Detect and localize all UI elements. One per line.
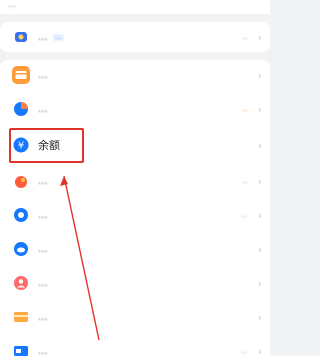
chevron-right-icon: › [257, 208, 262, 222]
membership-card: ... ... ... › [0, 22, 270, 52]
row-insurance-card[interactable]: ... ... › [0, 336, 270, 356]
chevron-right-icon: › [257, 102, 262, 116]
person-icon [12, 274, 30, 292]
chevron-right-icon: › [257, 242, 262, 256]
row-right-text: ... [241, 211, 248, 219]
row-yuebao[interactable]: ... ... › [0, 166, 270, 196]
row-digital-person[interactable]: ... › [0, 268, 270, 298]
row-label: ... [38, 69, 48, 81]
piggy-bank-icon [12, 172, 30, 190]
chevron-right-icon: › [257, 344, 262, 356]
shield-card-icon [12, 342, 30, 356]
row-label: ... [38, 31, 48, 43]
row-total-assets[interactable]: ... ... › [0, 94, 270, 124]
wallet-page: ... ... ... ... › ... › ... ... › ¥ 余额 ›… [0, 0, 270, 356]
row-label: ... [38, 277, 48, 289]
row-finance[interactable]: ... › [0, 234, 270, 264]
chevron-right-icon: › [257, 276, 262, 290]
chevron-right-icon: › [257, 68, 262, 82]
row-bank-card[interactable]: ... › [0, 302, 270, 332]
row-label: ... [38, 243, 48, 255]
chevron-right-icon: › [257, 138, 262, 152]
top-note: ... [0, 0, 270, 14]
chevron-right-icon: › [257, 30, 262, 44]
flower-icon [12, 206, 30, 224]
row-label: ... [38, 103, 48, 115]
row-label: ... [38, 175, 48, 187]
row-label: ... [38, 345, 48, 356]
row-right-text: ... [241, 33, 248, 41]
chevron-right-icon: › [257, 310, 262, 324]
asset-list-card: ... › ... ... › ¥ 余额 › ... ... › ... ...… [0, 60, 270, 356]
cloud-icon [12, 240, 30, 258]
membership-icon [12, 28, 30, 46]
row-membership[interactable]: ... ... ... › [0, 22, 270, 52]
bank-card-icon [12, 308, 30, 326]
chevron-right-icon: › [257, 174, 262, 188]
row-label: ... [38, 209, 48, 221]
row-right-text: ... [241, 177, 248, 185]
row-badge: ... [52, 33, 65, 41]
highlight-box [9, 128, 84, 163]
row-huabei[interactable]: ... ... › [0, 200, 270, 230]
pie-chart-icon [12, 100, 30, 118]
card-icon [12, 66, 30, 84]
row-label: ... [38, 311, 48, 323]
row-right-text: ... [241, 105, 248, 113]
row-right-text: ... [241, 347, 248, 355]
row-cards[interactable]: ... › [0, 60, 270, 90]
